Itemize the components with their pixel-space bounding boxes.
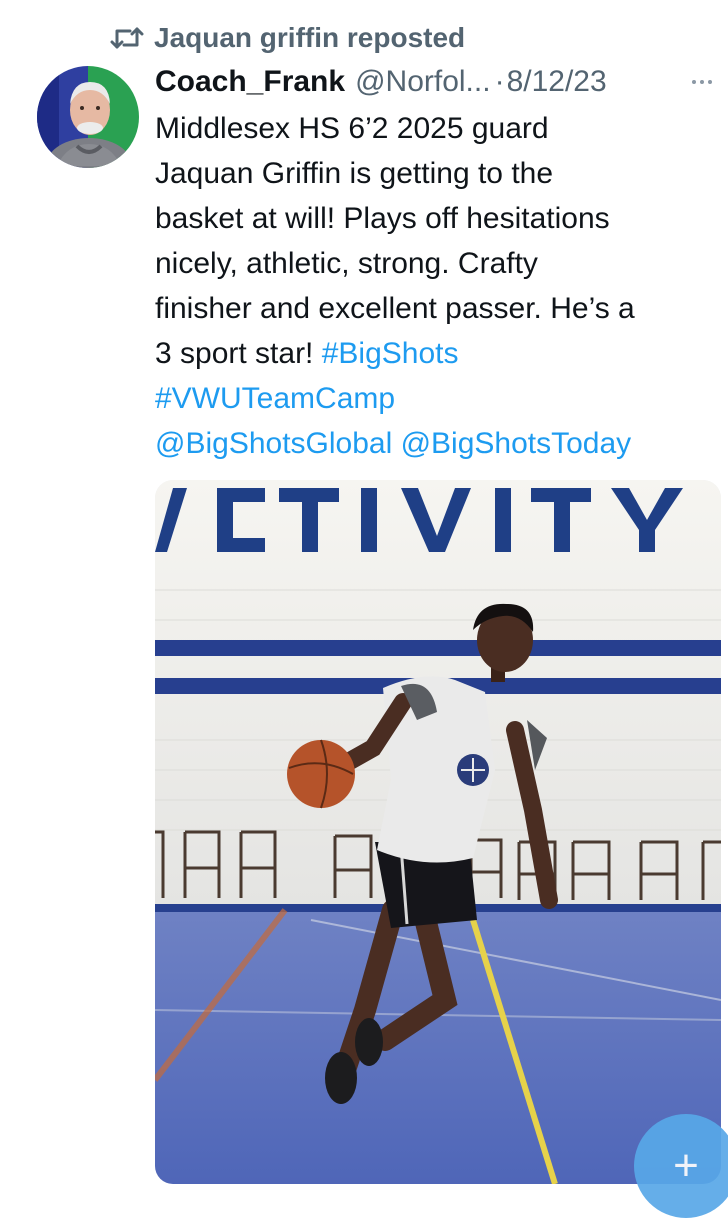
post-media[interactable] xyxy=(155,480,721,1184)
post-text-line-8: @BigShotsGlobal @BigShotsToday xyxy=(155,421,728,466)
repost-icon xyxy=(110,25,144,51)
post-text-line: Middlesex HS 6’2 2025 guard xyxy=(155,112,549,145)
repost-label: Jaquan griffin reposted xyxy=(154,22,466,53)
display-name[interactable]: Coach_Frank xyxy=(155,65,345,99)
separator-dot: · xyxy=(494,65,505,98)
compose-button[interactable]: + xyxy=(634,1114,728,1218)
mention-bigshotstoday[interactable]: @BigShotsToday xyxy=(401,427,632,460)
post-text-line-7: #VWUTeamCamp xyxy=(155,376,728,421)
post-text: Middlesex HS 6’2 2025 guard Jaquan Griff… xyxy=(155,106,728,466)
post-date[interactable]: 8/12/23 xyxy=(507,65,607,99)
post-header: Coach_Frank @Norfol... · 8/12/23 xyxy=(155,60,718,104)
post-text-line: Jaquan Griffin is getting to the xyxy=(155,157,554,190)
plus-icon: + xyxy=(673,1141,699,1190)
user-handle[interactable]: @Norfol... xyxy=(355,65,490,99)
avatar-photo-icon xyxy=(37,66,139,168)
post-text-line: nicely, athletic, strong. Crafty xyxy=(155,247,538,280)
basketball-player-photo-icon xyxy=(155,480,721,1184)
repost-indicator[interactable]: Jaquan griffin reposted xyxy=(110,18,465,58)
avatar[interactable] xyxy=(37,66,139,168)
hashtag-vwuteamcamp[interactable]: #VWUTeamCamp xyxy=(155,382,395,415)
hashtag-bigshots[interactable]: #BigShots xyxy=(322,337,459,370)
post-text-line-6: 3 sport star! #BigShots xyxy=(155,331,728,376)
post-text-line: basket at will! Plays off hesitations xyxy=(155,202,610,235)
mention-bigshotsglobal[interactable]: @BigShotsGlobal xyxy=(155,427,392,460)
post-text-fragment: 3 sport star! xyxy=(155,337,322,370)
post-text-line: finisher and excellent passer. He’s a xyxy=(155,292,635,325)
more-options-icon[interactable] xyxy=(692,80,718,84)
